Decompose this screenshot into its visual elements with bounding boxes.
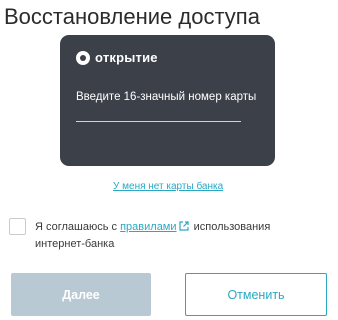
- consent-text-before: Я соглашаюсь с: [35, 221, 118, 233]
- consent-checkbox[interactable]: [9, 218, 26, 235]
- brand: открытие: [76, 50, 158, 65]
- card-number-label: Введите 16-значный номер карты: [76, 91, 257, 103]
- card-number-input[interactable]: [76, 117, 241, 122]
- consent-text: Я соглашаюсь с правилами использования и…: [35, 219, 305, 252]
- card-panel: открытие Введите 16-значный номер карты: [60, 35, 275, 166]
- bank-logo-icon: [76, 50, 90, 65]
- external-link-icon[interactable]: [178, 220, 189, 236]
- page-title: Восстановление доступа: [4, 4, 260, 29]
- brand-name: открытие: [95, 50, 158, 65]
- cancel-button[interactable]: Отменить: [185, 273, 327, 316]
- next-button[interactable]: Далее: [11, 273, 151, 316]
- rules-link[interactable]: правилами: [120, 221, 176, 233]
- no-card-link[interactable]: У меня нет карты банка: [113, 181, 223, 192]
